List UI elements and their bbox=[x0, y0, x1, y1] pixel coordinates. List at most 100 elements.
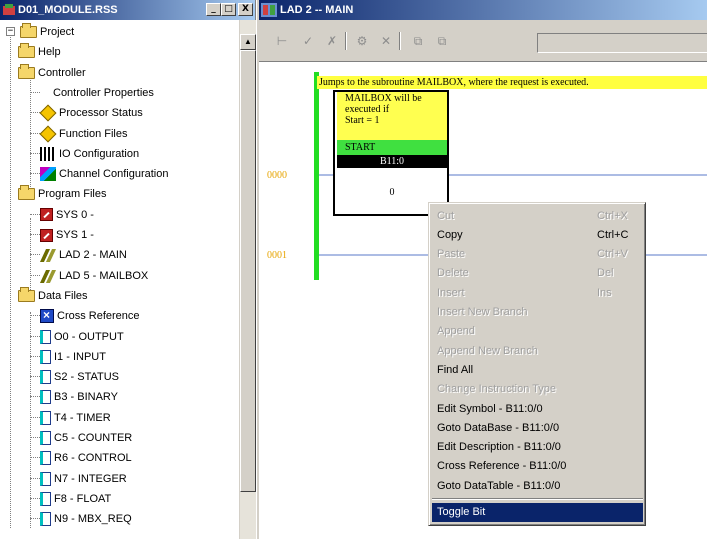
instruction-comment-line: Start = 1 bbox=[345, 115, 380, 126]
verify-icon[interactable]: ⚙ bbox=[353, 32, 371, 50]
tree-item[interactable]: Function Files bbox=[39, 124, 127, 144]
tree-item-label: SYS 0 - bbox=[56, 208, 94, 221]
tree-item[interactable]: B3 - BINARY bbox=[40, 387, 118, 407]
menu-item-insert: Insert Ins bbox=[432, 283, 643, 302]
close-button[interactable]: X bbox=[238, 3, 253, 16]
tree-item-label: R6 - CONTROL bbox=[54, 452, 132, 465]
file-icon bbox=[40, 451, 51, 466]
menu-item-cut: Cut Ctrl+X bbox=[432, 206, 643, 225]
tree-item[interactable]: C5 - COUNTER bbox=[40, 428, 132, 448]
menu-item-shortcut: Ins bbox=[597, 286, 612, 299]
tree-item-label: B3 - BINARY bbox=[54, 391, 118, 404]
menu-item-label: Append bbox=[437, 325, 475, 338]
menu-item-label: Find All bbox=[437, 363, 474, 376]
toolbar-address-field[interactable] bbox=[537, 33, 707, 53]
menu-item-delete: Delete Del bbox=[432, 264, 643, 283]
tree-item-label: LAD 2 - MAIN bbox=[59, 249, 127, 262]
tree-item[interactable]: Channel Configuration bbox=[40, 164, 168, 184]
file-icon bbox=[40, 431, 51, 445]
folder-icon bbox=[18, 185, 35, 201]
rung-number[interactable]: 0000 bbox=[267, 170, 287, 181]
tree-item[interactable]: Project bbox=[20, 22, 74, 42]
tree-item[interactable]: IO Configuration bbox=[40, 144, 139, 164]
toolbar-separator bbox=[345, 32, 347, 50]
ladder-app-icon bbox=[261, 3, 277, 17]
menu-item-goto-database-b11-0-0[interactable]: Goto DataBase - B11:0/0 bbox=[432, 418, 643, 437]
instruction-symbol: START bbox=[337, 140, 447, 155]
tree-item[interactable]: SYS 0 - bbox=[40, 205, 94, 225]
tree-item[interactable]: LAD 5 - MAILBOX bbox=[40, 266, 148, 286]
tree-item[interactable]: Controller bbox=[18, 63, 86, 83]
tree-item[interactable]: R6 - CONTROL bbox=[40, 448, 132, 468]
tree-item[interactable]: SYS 1 - bbox=[40, 225, 94, 245]
diamond-icon bbox=[39, 125, 57, 142]
tree-item-label: Channel Configuration bbox=[59, 168, 169, 181]
folder-icon bbox=[18, 63, 35, 79]
ladder-toolbar: ⊢ ✓ ✗ ⚙ ✕ ⧉ ⧉ bbox=[259, 20, 707, 62]
sys-icon bbox=[40, 228, 53, 242]
tree-item-label: F8 - FLOAT bbox=[54, 492, 112, 505]
menu-item-toggle-bit[interactable]: Toggle Bit bbox=[432, 502, 643, 522]
tree-item[interactable]: S2 - STATUS bbox=[40, 367, 119, 387]
zoom-out-icon[interactable]: ⧉ bbox=[433, 32, 451, 50]
tree-item[interactable]: O0 - OUTPUT bbox=[40, 327, 124, 347]
menu-item-label: Goto DataTable - B11:0/0 bbox=[437, 479, 561, 492]
insert-rung-icon[interactable]: ⊢ bbox=[273, 32, 291, 50]
tree-item[interactable]: F8 - FLOAT bbox=[40, 489, 111, 509]
tree-item[interactable]: N7 - INTEGER bbox=[40, 469, 127, 489]
tree-item-label: Controller bbox=[38, 66, 86, 79]
xic-instruction[interactable]: MAILBOX will be executed if Start = 1 ST… bbox=[333, 90, 449, 216]
tree-item-label: T4 - TIMER bbox=[54, 411, 111, 424]
tree-scrollbar[interactable]: ▲ bbox=[239, 20, 256, 539]
diamond-icon bbox=[39, 104, 57, 122]
ladder-titlebar[interactable]: LAD 2 -- MAIN bbox=[259, 0, 707, 20]
tree-item[interactable]: T4 - TIMER bbox=[40, 408, 111, 428]
tree-connector bbox=[30, 477, 40, 479]
menu-item-copy[interactable]: Copy Ctrl+C bbox=[432, 225, 643, 244]
tree-item[interactable]: Program Files bbox=[18, 184, 106, 204]
scroll-up-icon[interactable]: ▲ bbox=[240, 34, 256, 50]
menu-item-label: Paste bbox=[437, 248, 466, 261]
menu-item-append: Append bbox=[432, 322, 643, 341]
sys-icon bbox=[40, 208, 53, 222]
instruction-comment-line: MAILBOX will be bbox=[345, 93, 422, 104]
tree-item[interactable]: Cross Reference bbox=[40, 306, 140, 326]
menu-item-change-instruction-type: Change Instruction Type bbox=[432, 380, 643, 399]
tree-item[interactable]: N9 - MBX_REQ bbox=[40, 509, 132, 529]
menu-item-edit-symbol-b11-0-0[interactable]: Edit Symbol - B11:0/0 bbox=[432, 399, 643, 418]
rung-comment: Jumps to the subroutine MAILBOX, where t… bbox=[317, 76, 707, 89]
tree-connector bbox=[30, 274, 40, 276]
tree-item[interactable]: Processor Status bbox=[39, 103, 143, 123]
file-icon bbox=[40, 349, 51, 364]
tree-item[interactable]: Controller Properties bbox=[40, 83, 154, 103]
tree-item-label: Help bbox=[38, 46, 61, 59]
tree-item-label: N9 - MBX_REQ bbox=[54, 513, 132, 526]
toolbar-separator bbox=[399, 32, 401, 50]
instruction-comment-line: executed if bbox=[345, 104, 390, 115]
menu-item-edit-description-b11-0-0[interactable]: Edit Description - B11:0/0 bbox=[432, 438, 643, 457]
collapse-icon[interactable]: − bbox=[6, 27, 15, 36]
cancel-edits-icon[interactable]: ✗ bbox=[323, 32, 341, 50]
tree-item[interactable]: I1 - INPUT bbox=[40, 347, 106, 367]
context-menu: Cut Ctrl+X Copy Ctrl+C Paste Ctrl+V Delete Del I… bbox=[428, 202, 646, 526]
tree-item[interactable]: Help bbox=[18, 42, 61, 62]
menu-item-find-all[interactable]: Find All bbox=[432, 360, 643, 379]
menu-item-label: Cross Reference - B11:0/0 bbox=[437, 460, 567, 473]
tree-item[interactable]: LAD 2 - MAIN bbox=[40, 245, 127, 265]
scroll-thumb[interactable] bbox=[240, 50, 256, 492]
tree-item-label: Project bbox=[40, 26, 75, 38]
lad-icon bbox=[40, 248, 56, 262]
zoom-in-icon[interactable]: ⧉ bbox=[409, 32, 427, 50]
menu-item-goto-datatable-b11-0-0[interactable]: Goto DataTable - B11:0/0 bbox=[432, 476, 643, 495]
tree-item[interactable]: Data Files bbox=[18, 286, 88, 306]
delete-icon[interactable]: ✕ bbox=[377, 32, 395, 50]
tree-item-label: S2 - STATUS bbox=[54, 371, 119, 384]
minimize-button[interactable]: _ bbox=[206, 3, 221, 16]
tree-item-label: I1 - INPUT bbox=[54, 350, 106, 363]
project-titlebar[interactable]: D01_MODULE.RSS _ □ X bbox=[0, 0, 255, 20]
maximize-button[interactable]: □ bbox=[221, 3, 236, 16]
tree-item-label: SYS 1 - bbox=[56, 229, 94, 241]
rung-number[interactable]: 0001 bbox=[267, 250, 287, 261]
accept-edits-icon[interactable]: ✓ bbox=[299, 32, 317, 50]
menu-item-cross-reference-b11-0-0[interactable]: Cross Reference - B11:0/0 bbox=[432, 457, 643, 476]
